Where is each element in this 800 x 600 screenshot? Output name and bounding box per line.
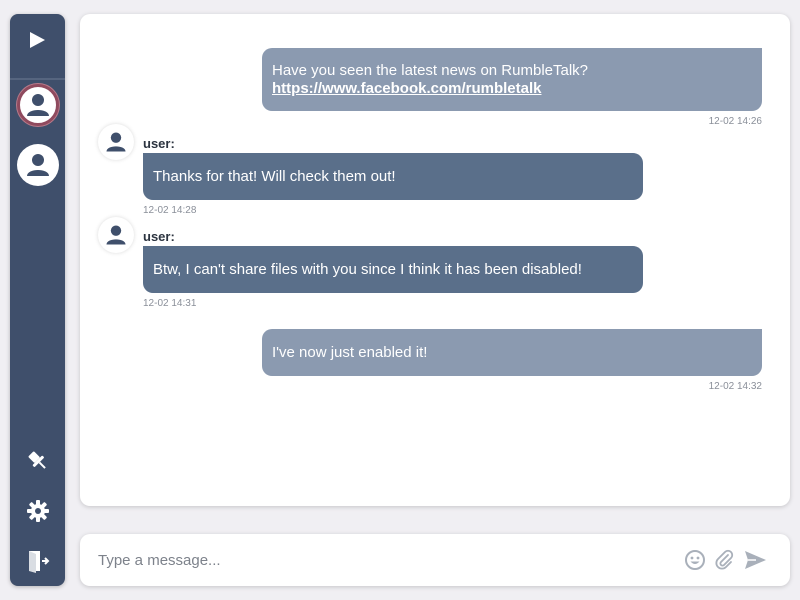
message-text: Have you seen the latest news on RumbleT… [272,61,589,79]
sidebar-user-avatar[interactable] [17,144,59,186]
message-text: I've now just enabled it! [272,343,428,361]
sidebar-divider [10,78,65,80]
message-timestamp: 12-02 14:31 [143,298,197,309]
message-username: user: [143,229,175,244]
message-timestamp: 12-02 14:26 [708,116,762,127]
message-link[interactable]: https://www.facebook.com/rumbletalk [272,80,752,98]
message-composer [80,534,790,586]
message-bubble-incoming: Btw, I can't share files with you since … [143,246,643,293]
message-text: Btw, I can't share files with you since … [153,260,582,278]
pin-icon[interactable] [25,448,50,473]
message-bubble-incoming: Thanks for that! Will check them out! [143,153,643,200]
emoji-icon[interactable] [683,548,707,572]
message-bubble-outgoing: I've now just enabled it! [262,329,762,376]
message-avatar [98,217,134,253]
user-icon [106,225,126,245]
attach-icon[interactable] [712,548,736,572]
user-icon [106,132,126,152]
message-text: Thanks for that! Will check them out! [153,167,396,185]
message-avatar [98,124,134,160]
user-icon [27,154,49,176]
sidebar-user-avatar-active[interactable] [17,84,59,126]
message-input[interactable] [98,548,658,572]
sidebar [10,14,65,586]
message-bubble-outgoing: Have you seen the latest news on RumbleT… [262,48,762,111]
user-icon [27,94,49,116]
message-timestamp: 12-02 14:32 [708,381,762,392]
message-username: user: [143,136,175,151]
play-icon[interactable] [27,30,47,50]
send-icon[interactable] [742,548,768,572]
exit-icon[interactable] [25,548,50,573]
chat-panel: Have you seen the latest news on RumbleT… [80,14,790,506]
message-timestamp: 12-02 14:28 [143,205,197,216]
gear-icon[interactable] [25,498,50,523]
